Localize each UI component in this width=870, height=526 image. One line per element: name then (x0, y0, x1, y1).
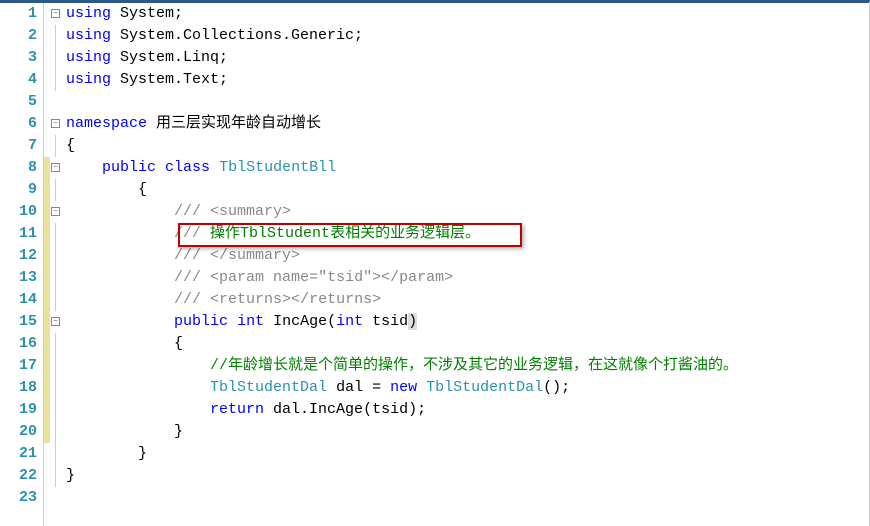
line-number-gutter: 1234567891011121314151617181920212223 (0, 3, 44, 526)
fold-cell (50, 135, 64, 157)
line-number: 14 (0, 289, 37, 311)
code-line: /// </summary> (66, 245, 869, 267)
code-line: /// <returns></returns> (66, 289, 869, 311)
fold-cell (50, 179, 64, 201)
code-editor[interactable]: 1234567891011121314151617181920212223 −−… (0, 3, 869, 526)
fold-cell[interactable]: − (50, 311, 64, 333)
code-line: using System.Text; (66, 69, 869, 91)
line-number: 11 (0, 223, 37, 245)
code-line: using System.Linq; (66, 47, 869, 69)
fold-cell (50, 245, 64, 267)
code-line: } (66, 465, 869, 487)
line-number: 9 (0, 179, 37, 201)
fold-cell (50, 25, 64, 47)
code-line: namespace 用三层实现年龄自动增长 (66, 113, 869, 135)
line-number: 7 (0, 135, 37, 157)
fold-toggle-icon[interactable]: − (51, 9, 60, 18)
code-line: { (66, 333, 869, 355)
code-line: /// <param name="tsid"></param> (66, 267, 869, 289)
code-line: TblStudentDal dal = new TblStudentDal(); (66, 377, 869, 399)
code-line: { (66, 179, 869, 201)
fold-cell (50, 47, 64, 69)
fold-cell[interactable]: − (50, 201, 64, 223)
code-line: public int IncAge(int tsid) (66, 311, 869, 333)
line-number: 18 (0, 377, 37, 399)
fold-toggle-icon[interactable]: − (51, 207, 60, 216)
code-area[interactable]: using System; using System.Collections.G… (64, 3, 869, 526)
fold-cell[interactable]: − (50, 113, 64, 135)
fold-toggle-icon[interactable]: − (51, 317, 60, 326)
code-line: } (66, 443, 869, 465)
fold-cell (50, 465, 64, 487)
line-number: 16 (0, 333, 37, 355)
fold-cell (50, 267, 64, 289)
line-number: 3 (0, 47, 37, 69)
code-line: /// 操作TblStudent表相关的业务逻辑层。 (66, 223, 869, 245)
code-line (66, 487, 869, 509)
line-number: 12 (0, 245, 37, 267)
line-number: 23 (0, 487, 37, 509)
line-number: 5 (0, 91, 37, 113)
fold-toggle-icon[interactable]: − (51, 119, 60, 128)
code-line: { (66, 135, 869, 157)
fold-cell (50, 377, 64, 399)
code-line: using System; (66, 3, 869, 25)
line-number: 8 (0, 157, 37, 179)
fold-margin[interactable]: − − − − − (50, 3, 64, 526)
line-number: 15 (0, 311, 37, 333)
code-line: } (66, 421, 869, 443)
line-number: 19 (0, 399, 37, 421)
line-number: 6 (0, 113, 37, 135)
code-line: public class TblStudentBll (66, 157, 869, 179)
fold-cell[interactable]: − (50, 3, 64, 25)
fold-cell[interactable]: − (50, 157, 64, 179)
line-number: 22 (0, 465, 37, 487)
line-number: 10 (0, 201, 37, 223)
fold-cell (50, 289, 64, 311)
line-number: 1 (0, 3, 37, 25)
fold-cell (50, 487, 64, 509)
fold-cell (50, 223, 64, 245)
line-number: 20 (0, 421, 37, 443)
code-line: using System.Collections.Generic; (66, 25, 869, 47)
fold-cell (50, 333, 64, 355)
fold-cell (50, 399, 64, 421)
fold-toggle-icon[interactable]: − (51, 163, 60, 172)
line-number: 4 (0, 69, 37, 91)
line-number: 21 (0, 443, 37, 465)
code-line: //年龄增长就是个简单的操作，不涉及其它的业务逻辑，在这就像个打酱油的。 (66, 355, 869, 377)
fold-cell (50, 69, 64, 91)
fold-cell (50, 421, 64, 443)
fold-cell (50, 443, 64, 465)
code-line (66, 91, 869, 113)
fold-cell (50, 355, 64, 377)
line-number: 2 (0, 25, 37, 47)
line-number: 13 (0, 267, 37, 289)
line-number: 17 (0, 355, 37, 377)
fold-cell (50, 91, 64, 113)
code-line: return dal.IncAge(tsid); (66, 399, 869, 421)
code-line: /// <summary> (66, 201, 869, 223)
